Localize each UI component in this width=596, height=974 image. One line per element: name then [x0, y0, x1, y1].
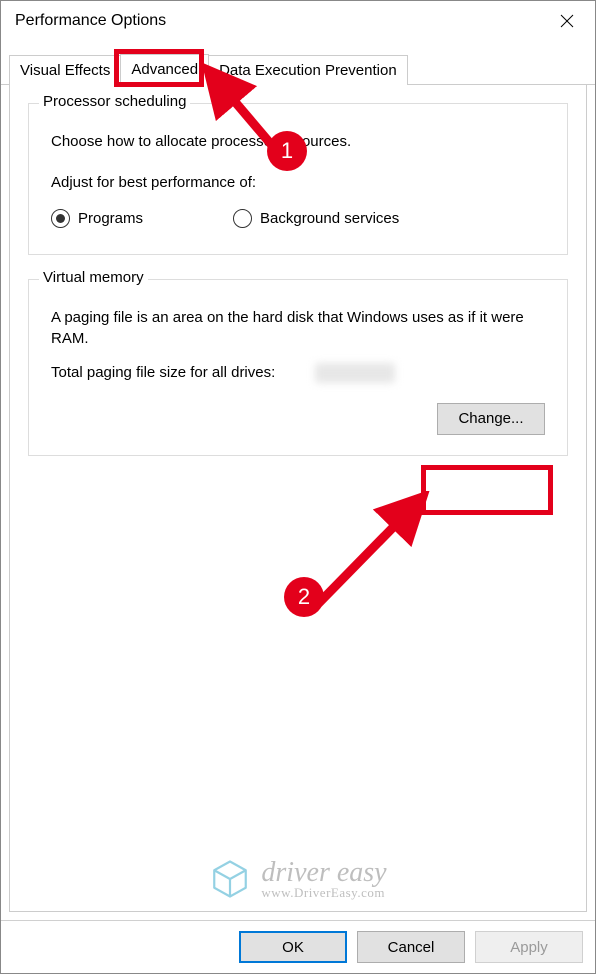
tab-content-advanced: Processor scheduling Choose how to alloc…: [9, 85, 587, 912]
group-title-processor: Processor scheduling: [39, 93, 190, 110]
group-title-vm: Virtual memory: [39, 269, 148, 286]
ok-button[interactable]: OK: [239, 931, 347, 963]
group-processor-scheduling: Processor scheduling Choose how to alloc…: [28, 103, 568, 255]
window-title: Performance Options: [15, 12, 547, 30]
group-virtual-memory: Virtual memory A paging file is an area …: [28, 279, 568, 456]
radio-item-programs[interactable]: Programs: [51, 209, 143, 228]
close-icon: [560, 14, 574, 28]
adjust-label: Adjust for best performance of:: [51, 174, 545, 191]
processor-desc: Choose how to allocate processor resourc…: [51, 132, 545, 152]
radio-programs-label: Programs: [78, 210, 143, 227]
cancel-button[interactable]: Cancel: [357, 931, 465, 963]
radio-background-label: Background services: [260, 210, 399, 227]
tab-visual-effects[interactable]: Visual Effects: [9, 55, 121, 85]
tab-dep[interactable]: Data Execution Prevention: [208, 55, 408, 85]
tab-advanced[interactable]: Advanced: [120, 54, 209, 85]
radio-row: Programs Background services: [51, 209, 545, 234]
vm-desc: A paging file is an area on the hard dis…: [51, 308, 545, 349]
vm-button-row: Change...: [51, 391, 545, 435]
dialog-button-bar: OK Cancel Apply: [1, 920, 595, 973]
close-button[interactable]: [547, 1, 587, 41]
titlebar: Performance Options: [1, 1, 595, 41]
apply-button: Apply: [475, 931, 583, 963]
vm-total-label: Total paging file size for all drives:: [51, 364, 275, 381]
tab-strip: Visual Effects Advanced Data Execution P…: [1, 53, 595, 85]
change-button[interactable]: Change...: [437, 403, 545, 435]
radio-background[interactable]: [233, 209, 252, 228]
vm-total-value-redacted: [315, 363, 395, 383]
radio-item-background[interactable]: Background services: [233, 209, 399, 228]
vm-total-row: Total paging file size for all drives:: [51, 363, 545, 383]
performance-options-window: Performance Options Visual Effects Advan…: [0, 0, 596, 974]
radio-programs[interactable]: [51, 209, 70, 228]
